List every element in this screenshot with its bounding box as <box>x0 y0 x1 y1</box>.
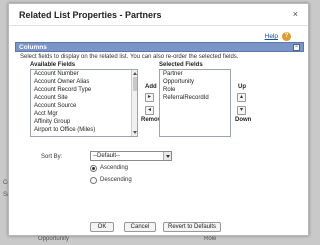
background-text: Opportunity <box>38 236 70 242</box>
ok-button[interactable]: OK <box>90 222 114 232</box>
list-item[interactable]: Affinity Group <box>31 118 137 126</box>
list-item[interactable]: Account Site <box>31 94 137 102</box>
list-item[interactable]: Acct Mgr <box>31 110 137 118</box>
add-arrow-button[interactable]: ▸ <box>145 93 154 102</box>
down-label: Down <box>235 117 252 123</box>
background-text: Role <box>204 236 217 242</box>
scroll-thumb[interactable] <box>133 77 137 91</box>
descending-radio[interactable] <box>90 177 97 184</box>
cancel-button[interactable]: Cancel <box>124 222 156 232</box>
collapse-icon[interactable]: − <box>293 44 300 51</box>
selected-fields-label: Selected Fields <box>159 62 203 68</box>
add-label: Add <box>145 84 157 90</box>
list-item[interactable]: Account Owner Alias <box>31 78 137 86</box>
ascending-radio[interactable] <box>90 165 97 172</box>
ascending-label: Ascending <box>100 165 129 171</box>
list-item[interactable]: Airport to Office (Miles) <box>31 126 137 134</box>
available-fields-scrollbar[interactable] <box>131 70 137 136</box>
list-item[interactable]: Opportunity <box>160 78 230 86</box>
list-item[interactable]: Account Source <box>31 102 137 110</box>
available-fields-label: Available Fields <box>30 62 76 68</box>
section-title: Columns <box>19 44 47 51</box>
sort-by-select[interactable]: --Default-- <box>90 151 172 161</box>
selected-fields-list[interactable]: Partner Opportunity Role ReferralRecordI… <box>159 69 231 137</box>
list-item[interactable]: Account Number <box>31 70 137 78</box>
up-label: Up <box>238 84 246 90</box>
columns-section-header: Columns − <box>15 42 304 52</box>
move-up-button[interactable]: ▴ <box>237 93 246 102</box>
section-description: Select fields to display on the related … <box>20 54 239 60</box>
close-icon[interactable]: × <box>293 9 298 19</box>
sort-by-value: --Default-- <box>93 153 121 159</box>
revert-to-defaults-button[interactable]: Revert to Defaults <box>163 222 221 232</box>
available-fields-list[interactable]: Account Number Account Owner Alias Accou… <box>30 69 138 137</box>
list-item[interactable]: Partner <box>160 70 230 78</box>
help-icon[interactable]: ? <box>282 32 291 41</box>
move-down-button[interactable]: ▾ <box>237 106 246 115</box>
list-item[interactable]: Account Record Type <box>31 86 137 94</box>
sort-by-label: Sort By: <box>41 154 63 160</box>
descending-label: Descending <box>100 177 132 183</box>
scroll-up-icon[interactable] <box>133 72 137 75</box>
scroll-down-icon[interactable] <box>133 131 137 134</box>
dialog-title: Related List Properties - Partners <box>19 10 162 20</box>
dialog-header: Related List Properties - Partners × <box>9 4 308 26</box>
list-item[interactable]: ReferralRecordId <box>160 94 230 102</box>
remove-arrow-button[interactable]: ◂ <box>145 106 154 115</box>
help-link[interactable]: Help <box>265 33 278 40</box>
related-list-properties-dialog: Related List Properties - Partners × Hel… <box>8 3 309 236</box>
chevron-down-icon[interactable] <box>163 152 171 160</box>
list-item[interactable]: Role <box>160 86 230 94</box>
help-row: Help ? <box>9 30 308 42</box>
